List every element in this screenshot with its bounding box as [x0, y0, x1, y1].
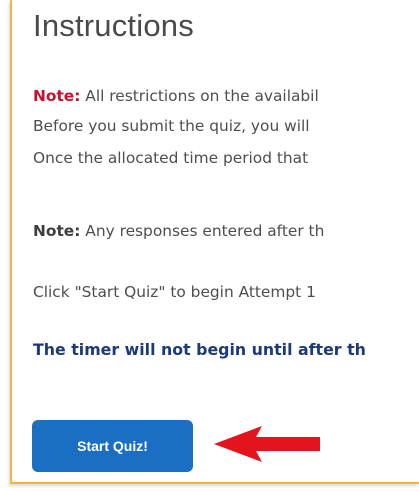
submit-line: Before you submit the quiz, you will	[33, 117, 310, 135]
instructions-panel: Instructions Note: All restrictions on t…	[10, 0, 419, 484]
start-quiz-button[interactable]: Start Quiz!	[32, 420, 193, 472]
responses-note-text: Any responses entered after th	[80, 222, 325, 240]
click-start-line: Click "Start Quiz" to begin Attempt 1	[33, 283, 316, 301]
restrictions-line: Note: All restrictions on the availabil	[33, 86, 319, 106]
timer-note: The timer will not begin until after th	[33, 340, 366, 359]
restrictions-text: All restrictions on the availabil	[80, 87, 319, 105]
responses-note-line: Note: Any responses entered after th	[33, 221, 324, 241]
time-period-line: Once the allocated time period that	[33, 149, 309, 167]
instructions-heading: Instructions	[33, 8, 194, 43]
red-left-arrow-icon	[214, 426, 320, 462]
note-label-bold: Note:	[33, 222, 81, 240]
note-label-red: Note:	[33, 87, 81, 105]
